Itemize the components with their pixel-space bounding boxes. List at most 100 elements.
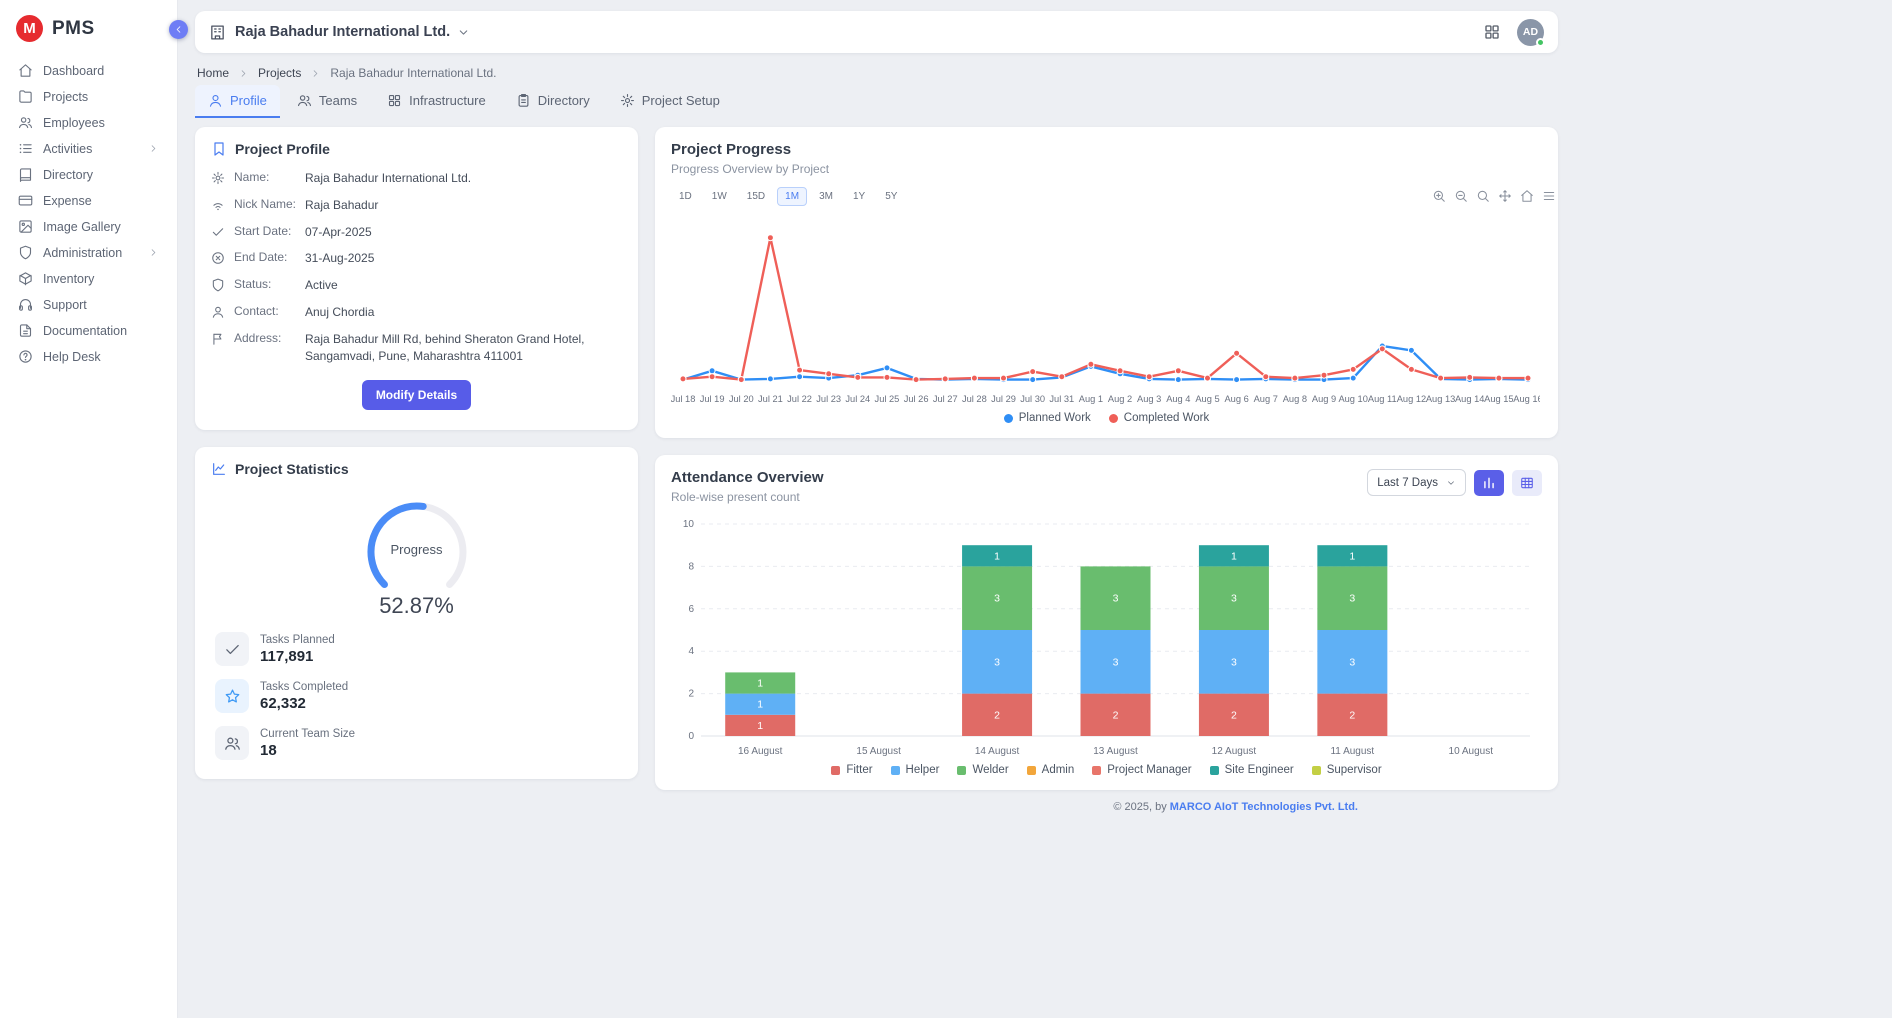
chart-menu-icon[interactable] [1542,189,1556,203]
svg-text:Aug 6: Aug 6 [1224,394,1248,404]
svg-text:2: 2 [1231,709,1237,721]
sidebar-item-projects[interactable]: Projects [10,84,167,109]
svg-text:2: 2 [994,709,1000,721]
breadcrumb-home[interactable]: Home [197,66,229,80]
tab-bar: Profile Teams Infrastructure Directory P… [195,85,1558,118]
range-1m[interactable]: 1M [777,187,807,206]
legend-item[interactable]: Completed Work [1109,412,1209,424]
stat-team-size: Current Team Size 18 [211,726,622,760]
tab-project-setup[interactable]: Project Setup [607,85,733,118]
user-avatar[interactable]: AD [1517,19,1544,46]
svg-text:10: 10 [683,519,695,530]
svg-text:11 August: 11 August [1330,746,1374,757]
tab-profile[interactable]: Profile [195,85,280,118]
breadcrumb: Home Projects Raja Bahadur International… [197,66,1556,80]
svg-text:6: 6 [688,604,694,615]
sidebar-item-image-gallery[interactable]: Image Gallery [10,214,167,239]
sidebar-item-help-desk[interactable]: Help Desk [10,344,167,369]
field-status: Status: Active [211,277,622,294]
svg-text:Aug 12: Aug 12 [1397,394,1426,404]
svg-text:8: 8 [688,561,694,572]
brand-logo[interactable]: M PMS [0,0,177,56]
legend-item[interactable]: Supervisor [1312,764,1382,776]
range-3m[interactable]: 3M [811,187,841,206]
sidebar-item-employees[interactable]: Employees [10,110,167,135]
chevron-left-icon [173,24,184,35]
apps-grid-icon[interactable] [1483,23,1501,41]
svg-text:15 August: 15 August [856,746,901,757]
selection-zoom-icon[interactable] [1476,189,1490,203]
project-statistics-card: Project Statistics Progress 52.87% Tasks… [195,447,638,779]
sidebar-item-dashboard[interactable]: Dashboard [10,58,167,83]
zoom-in-icon[interactable] [1432,189,1446,203]
tab-infrastructure[interactable]: Infrastructure [374,85,499,118]
credit-card-icon [18,193,33,208]
tab-teams[interactable]: Teams [284,85,370,118]
svg-text:1: 1 [1349,550,1355,562]
zoom-out-icon[interactable] [1454,189,1468,203]
sidebar-item-expense[interactable]: Expense [10,188,167,213]
card-title: Project Statistics [235,461,349,477]
stat-tasks-planned: Tasks Planned 117,891 [211,632,622,666]
sidebar-item-support[interactable]: Support [10,292,167,317]
range-5y[interactable]: 5Y [877,187,905,206]
tab-directory[interactable]: Directory [503,85,603,118]
date-range-select[interactable]: Last 7 Days [1367,469,1466,496]
home-icon [18,63,33,78]
main-content: Raja Bahadur International Ltd. AD Home … [178,0,1558,825]
field-address: Address: Raja Bahadur Mill Rd, behind Sh… [211,331,622,365]
svg-text:Jul 23: Jul 23 [816,394,841,404]
svg-text:Jul 28: Jul 28 [962,394,987,404]
range-15d[interactable]: 15D [739,187,773,206]
svg-text:1: 1 [757,720,763,732]
legend-item[interactable]: Site Engineer [1210,764,1294,776]
legend-item[interactable]: Fitter [831,764,872,776]
svg-text:3: 3 [1231,593,1237,605]
sidebar-item-inventory[interactable]: Inventory [10,266,167,291]
field-start-date: Start Date: 07-Apr-2025 [211,224,622,241]
table-view-button[interactable] [1512,470,1542,496]
legend-item[interactable]: Project Manager [1092,764,1191,776]
svg-text:12 August: 12 August [1212,746,1257,757]
gear-icon [620,93,635,108]
legend-item[interactable]: Planned Work [1004,412,1091,424]
chart-toolbar [1432,189,1556,203]
range-1d[interactable]: 1D [671,187,700,206]
online-status-dot [1536,38,1545,47]
chevron-right-icon [148,247,159,258]
sidebar-item-activities[interactable]: Activities [10,136,167,161]
image-icon [18,219,33,234]
sidebar-item-administration[interactable]: Administration [10,240,167,265]
reset-zoom-icon[interactable] [1520,189,1534,203]
sidebar-item-documentation[interactable]: Documentation [10,318,167,343]
pan-icon[interactable] [1498,189,1512,203]
legend-item[interactable]: Admin [1027,764,1075,776]
sidebar-collapse-button[interactable] [169,20,188,39]
range-selector: 1D 1W 15D 1M 3M 1Y 5Y [671,187,1542,206]
field-end-date: End Date: 31-Aug-2025 [211,250,622,267]
table-icon [1520,476,1534,490]
svg-text:Jul 20: Jul 20 [729,394,754,404]
company-link[interactable]: MARCO AIoT Technologies Pvt. Ltd. [1170,801,1358,813]
chart-view-button[interactable] [1474,470,1504,496]
svg-text:Jul 30: Jul 30 [1020,394,1045,404]
range-1y[interactable]: 1Y [845,187,873,206]
breadcrumb-projects[interactable]: Projects [258,66,301,80]
check-box-icon [215,632,249,666]
sidebar-item-directory[interactable]: Directory [10,162,167,187]
legend-item[interactable]: Welder [957,764,1008,776]
svg-text:3: 3 [994,593,1000,605]
shield-icon [211,278,225,292]
users-icon [18,115,33,130]
shield-icon [18,245,33,260]
progress-gauge: Progress [342,490,492,607]
company-selector[interactable]: Raja Bahadur International Ltd. [235,24,470,40]
svg-text:Aug 10: Aug 10 [1338,394,1367,404]
modify-details-button[interactable]: Modify Details [362,380,471,410]
svg-text:Aug 13: Aug 13 [1426,394,1455,404]
legend-item[interactable]: Helper [891,764,940,776]
footer: © 2025, by MARCO AIoT Technologies Pvt. … [195,801,1558,813]
sidebar: M PMS Dashboard Projects Employees Activ… [0,0,178,1018]
range-1w[interactable]: 1W [704,187,735,206]
project-progress-chart: Jul 18Jul 19Jul 20Jul 21Jul 22Jul 23Jul … [671,212,1542,410]
